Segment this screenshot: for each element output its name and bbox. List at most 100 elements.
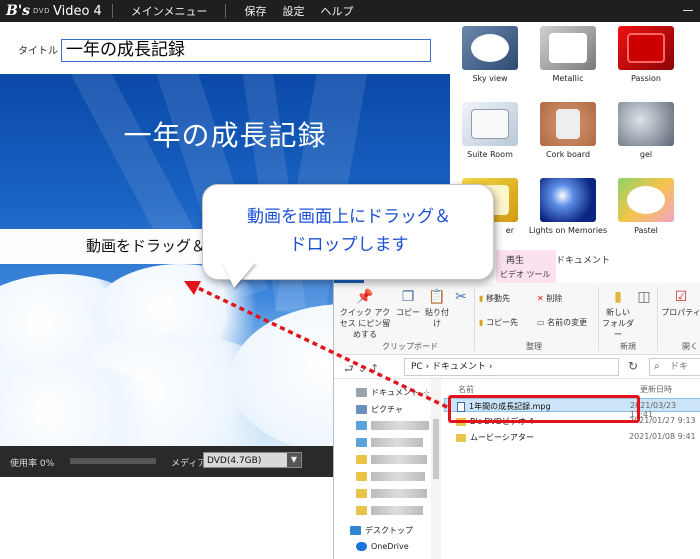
delete-button[interactable]: ✕ 削除	[537, 293, 562, 304]
address-bar[interactable]: PC › ドキュメント ›	[404, 358, 619, 376]
usage-text: 使用率 0%	[10, 459, 55, 469]
nav-pictures[interactable]: ピクチャ	[356, 404, 403, 415]
nav-item-blurred[interactable]	[356, 455, 427, 464]
column-name[interactable]: 名前	[458, 384, 474, 395]
template-suite-room[interactable]: Suite Room	[450, 102, 530, 159]
callout-line-1: 動画を画面上にドラッグ＆	[247, 207, 451, 227]
folder-icon	[356, 506, 367, 515]
template-lights-on-memories[interactable]: Lights on Memories	[528, 178, 608, 235]
column-modified[interactable]: 更新日時	[640, 384, 672, 395]
menu-settings[interactable]: 設定	[274, 3, 312, 19]
template-passion[interactable]: Passion	[606, 26, 686, 83]
folder-icon	[356, 489, 367, 498]
nav-item-blurred[interactable]	[356, 506, 423, 515]
template-cork-board[interactable]: Cork board	[528, 102, 608, 159]
frame-hole	[471, 34, 509, 62]
copy-to-label: コピー先	[485, 318, 518, 327]
app-logo: B's DVD Video 4	[0, 0, 102, 22]
preview-title: 一年の成長記録	[123, 119, 327, 152]
menu-save[interactable]: 保存	[236, 3, 274, 19]
media-select[interactable]: DVD(4.7GB) ▼	[203, 452, 302, 468]
template-metallic[interactable]: Metallic	[528, 26, 608, 83]
callout-text: 動画を画面上にドラッグ＆ ドロップします	[203, 203, 495, 259]
template-pastel[interactable]: Pastel	[606, 178, 686, 235]
clipboard-icon: 📋	[428, 289, 446, 305]
status-bar: 使用率 0% メディア DVD(4.7GB) ▼	[0, 446, 333, 477]
template-label: Metallic	[552, 74, 584, 83]
nav-onedrive-label: OneDrive	[371, 542, 409, 551]
minimize-button[interactable]: ー	[682, 2, 694, 19]
rename-button[interactable]: ▭ 名前の変更	[537, 317, 587, 328]
menu-divider	[225, 4, 227, 18]
template-label: Sky view	[472, 74, 508, 83]
delete-icon: ✕	[537, 294, 544, 303]
folder-copy-icon: ▮	[479, 318, 484, 327]
menu-help[interactable]: ヘルプ	[312, 3, 361, 19]
template-gel[interactable]: gel	[606, 102, 686, 159]
frame-hole	[549, 33, 587, 63]
cloud-icon	[356, 542, 367, 551]
logo-dvd: DVD	[33, 7, 50, 15]
template-thumbnail	[618, 178, 674, 222]
blurred-label	[371, 472, 425, 481]
media-label: メディア	[171, 459, 207, 469]
frame-hole	[627, 186, 665, 214]
documents-icon	[356, 388, 367, 397]
cut-button[interactable]: ✂	[454, 289, 468, 307]
nav-documents[interactable]: ドキュメント ⊹	[356, 387, 430, 398]
nav-onedrive[interactable]: OneDrive	[356, 542, 409, 551]
nav-arrows-icon[interactable]: ⮐ ⌄ ↑	[344, 360, 379, 379]
address-bar-row: ⮐ ⌄ ↑ PC › ドキュメント › ↻ ドキ	[334, 355, 700, 379]
menu-bar: B's DVD Video 4 メインメニュー 保存 設定 ヘルプ ー	[0, 0, 700, 22]
ribbon-separator	[598, 287, 599, 351]
nav-desktop[interactable]: デスクトップ	[350, 525, 413, 536]
title-input[interactable]: 一年の成長記録	[61, 39, 431, 62]
tab-video-tools-label: ビデオ ツール	[500, 270, 551, 279]
pin-label: クイック アクセス にピン留めする	[339, 308, 391, 339]
chevron-down-icon[interactable]: ▼	[287, 453, 301, 467]
folder-icon	[356, 455, 367, 464]
nav-item-blurred[interactable]	[356, 472, 425, 481]
properties-button[interactable]: ☑ プロパティ	[661, 289, 700, 318]
ribbon-separator	[657, 287, 658, 351]
properties-icon: ☑	[674, 289, 688, 305]
file-name: ムービーシアター	[456, 432, 534, 443]
logo-name: Video 4	[52, 3, 102, 19]
move-to-button[interactable]: ▮ 移動先	[479, 293, 510, 304]
paste-button[interactable]: 📋 貼り付け	[422, 289, 452, 329]
screen: B's DVD Video 4 メインメニュー 保存 設定 ヘルプ ー タイトル…	[0, 0, 700, 559]
folder-icon	[456, 433, 466, 442]
pin-icon: 📌	[356, 289, 374, 305]
pin-button[interactable]: 📌 クイック アクセス にピン留めする	[338, 289, 392, 340]
nav-pictures-label: ピクチャ	[371, 405, 403, 414]
copy-button[interactable]: ❐ コピー	[396, 289, 420, 318]
copy-to-button[interactable]: ▮ コピー先	[479, 317, 518, 328]
new-item-button[interactable]: ◫	[637, 289, 651, 307]
template-thumbnail	[462, 102, 518, 146]
rename-label: 名前の変更	[547, 318, 588, 327]
menu-main[interactable]: メインメニュー	[123, 3, 216, 19]
new-folder-button[interactable]: ▮ 新しい フォルダー	[602, 289, 634, 340]
callout-line-2: ドロップします	[289, 235, 409, 255]
properties-label: プロパティ	[661, 308, 700, 317]
nav-item-blurred[interactable]	[356, 438, 423, 447]
blurred-label	[371, 438, 423, 447]
template-sky-view[interactable]: Sky view	[450, 26, 530, 83]
search-input[interactable]: ドキ	[649, 358, 700, 376]
nav-item-blurred[interactable]	[356, 489, 427, 498]
nav-item-blurred[interactable]	[356, 421, 429, 430]
usage-bar	[70, 458, 156, 464]
file-row-folder[interactable]: ムービーシアター 2021/01/08 9:41	[444, 430, 700, 444]
template-thumbnail	[618, 102, 674, 146]
nav-scrollbar-thumb[interactable]	[433, 419, 439, 479]
tab-play[interactable]: 再生 ビデオ ツール	[496, 250, 556, 283]
callout-tail	[222, 262, 256, 288]
file-highlight-box	[448, 395, 640, 423]
logo-b: B's	[6, 3, 31, 19]
blurred-label	[371, 506, 423, 515]
nav-documents-label: ドキュメント	[371, 388, 419, 397]
tab-document[interactable]: ドキュメント	[556, 253, 610, 266]
file-name-text: ムービーシアター	[470, 433, 534, 442]
rename-icon: ▭	[537, 318, 545, 327]
refresh-icon[interactable]: ↻	[628, 359, 638, 373]
